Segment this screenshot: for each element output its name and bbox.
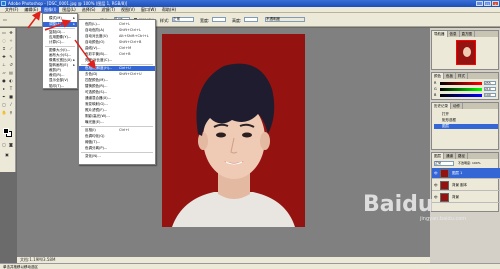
- baidu-watermark-url: jingyan.baidu.com: [420, 216, 467, 222]
- arrow-to-adjustments: [44, 19, 72, 31]
- arrow-to-image-menu: [27, 10, 41, 29]
- baidu-watermark: Baidu: [363, 192, 434, 217]
- annotation-arrows: [27, 10, 96, 70]
- status-hint: 单击并拖移以移动选区: [3, 265, 38, 269]
- bottom-status-bar: 单击并拖移以移动选区: [0, 263, 500, 269]
- arrow-to-hue-saturation: [74, 39, 96, 70]
